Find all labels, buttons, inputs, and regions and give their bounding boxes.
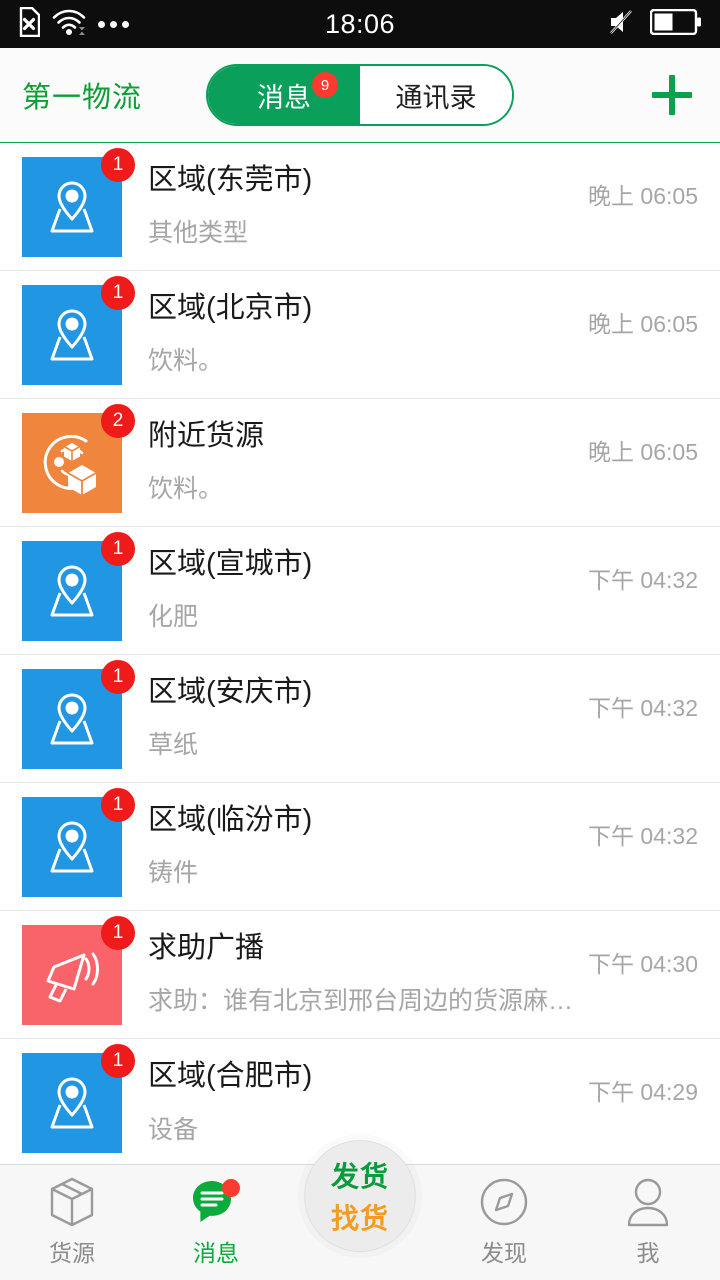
battery-icon	[649, 8, 702, 40]
message-bubble-icon	[190, 1177, 242, 1227]
app-header: 第一物流 消息 9 通讯录	[0, 48, 720, 143]
message-row-body: 区域(合肥市) 设备	[148, 1060, 588, 1145]
message-title: 区域(北京市)	[148, 291, 313, 324]
message-time: 下午 04:30	[588, 951, 698, 977]
message-row-body: 区域(宣城市) 化肥	[148, 548, 588, 633]
segmented-control[interactable]: 消息 9 通讯录	[206, 64, 514, 126]
unread-badge: 1	[101, 659, 135, 694]
message-preview: 化肥	[148, 603, 199, 632]
status-bar-left	[18, 6, 129, 42]
tab-messages-bottom[interactable]: 消息	[144, 1177, 288, 1268]
unread-badge: 2	[101, 403, 135, 438]
message-time: 下午 04:32	[588, 823, 698, 849]
tab-messages-badge: 9	[312, 72, 338, 98]
tab-profile-label: 我	[636, 1240, 660, 1266]
brand-title: 第一物流	[22, 82, 143, 114]
message-title: 区域(安庆市)	[148, 675, 313, 708]
unread-badge: 1	[101, 275, 135, 310]
message-row[interactable]: 1 求助广播 求助：谁有北京到邢台周边的货源麻烦… 下午 04:30	[0, 911, 720, 1039]
map-pin-icon: 1	[22, 787, 135, 897]
message-time: 晚上 06:05	[588, 183, 698, 209]
person-icon	[625, 1177, 671, 1227]
message-title: 附近货源	[148, 419, 265, 452]
message-time: 晚上 06:05	[588, 439, 698, 465]
tab-cargo-label: 货源	[49, 1240, 95, 1266]
message-row[interactable]: 1 区域(临汾市) 铸件 下午 04:32	[0, 783, 720, 911]
no-sim-icon	[18, 6, 41, 42]
mute-icon	[606, 7, 636, 42]
message-row[interactable]: 1 区域(安庆市) 草纸 下午 04:32	[0, 655, 720, 783]
tab-messages-bottom-label: 消息	[193, 1240, 239, 1266]
map-pin-icon: 1	[22, 147, 135, 257]
tab-profile[interactable]: 我	[576, 1177, 720, 1268]
unread-badge: 1	[101, 915, 135, 950]
tab-cargo[interactable]: 货源	[0, 1177, 144, 1268]
message-title: 区域(宣城市)	[148, 547, 313, 580]
tab-messages-label: 消息	[257, 82, 311, 113]
message-row[interactable]: 2 附近货源 饮料。 晚上 06:05	[0, 399, 720, 527]
message-row-body: 附近货源 饮料。	[148, 420, 588, 505]
add-icon[interactable]	[646, 69, 698, 121]
message-title: 求助广播	[148, 931, 265, 964]
message-time: 下午 04:29	[588, 1079, 698, 1105]
megaphone-icon: 1	[22, 915, 135, 1025]
fab-find-label: 找货	[330, 1203, 389, 1234]
box-icon	[49, 1177, 95, 1227]
message-title: 区域(合肥市)	[148, 1060, 313, 1093]
message-time: 下午 04:32	[588, 567, 698, 593]
message-preview: 铸件	[148, 859, 199, 888]
compass-icon	[479, 1177, 529, 1227]
fab-send-label: 发货	[330, 1161, 389, 1192]
message-preview: 其他类型	[148, 219, 249, 248]
message-list[interactable]: 1 区域(东莞市) 其他类型 晚上 06:05 1 区域(北京市) 饮料。 晚上 06:05 2…	[0, 143, 720, 1164]
unread-badge: 1	[101, 787, 135, 822]
map-pin-icon: 1	[22, 1044, 135, 1153]
message-row-body: 区域(东莞市) 其他类型	[148, 164, 588, 249]
more-dots-icon	[98, 20, 129, 28]
message-preview: 饮料。	[148, 347, 224, 376]
map-pin-icon: 1	[22, 275, 135, 385]
message-preview: 求助：谁有北京到邢台周边的货源麻烦…	[148, 987, 589, 1016]
message-row-body: 区域(安庆市) 草纸	[148, 676, 588, 761]
unread-badge: 1	[101, 1044, 135, 1078]
nearby-cargo-icon: 2	[22, 403, 135, 513]
message-time: 下午 04:32	[588, 695, 698, 721]
map-pin-icon: 1	[22, 659, 135, 769]
message-preview: 草纸	[148, 731, 199, 760]
message-row-body: 区域(临汾市) 铸件	[148, 804, 588, 889]
message-row-body: 区域(北京市) 饮料。	[148, 292, 588, 377]
message-preview: 饮料。	[148, 475, 224, 504]
unread-badge: 1	[101, 531, 135, 566]
tab-messages[interactable]: 消息 9	[208, 66, 360, 124]
status-bar: 18:06	[0, 0, 720, 48]
publish-cargo-button[interactable]: 发货 找货	[304, 1140, 416, 1252]
message-row[interactable]: 1 区域(北京市) 饮料。 晚上 06:05	[0, 271, 720, 399]
message-title: 区域(临汾市)	[148, 803, 313, 836]
message-row[interactable]: 1 区域(东莞市) 其他类型 晚上 06:05	[0, 143, 720, 271]
tab-contacts-label: 通讯录	[395, 82, 477, 113]
map-pin-icon: 1	[22, 531, 135, 641]
message-title: 区域(东莞市)	[148, 163, 313, 196]
bottom-tab-bar[interactable]: 货源 消息 发现 我 发货 找货	[0, 1140, 720, 1280]
message-row[interactable]: 1 区域(宣城市) 化肥 下午 04:32	[0, 527, 720, 655]
unread-badge: 1	[101, 147, 135, 182]
wifi-icon	[52, 8, 86, 41]
status-bar-right	[606, 7, 702, 42]
tab-discover[interactable]: 发现	[432, 1177, 576, 1268]
message-row-body: 求助广播求助：谁有北京到邢台周边的货源麻烦…	[148, 932, 588, 1017]
message-time: 晚上 06:05	[588, 311, 698, 337]
tab-contacts[interactable]: 通讯录	[360, 66, 512, 124]
tab-discover-label: 发现	[481, 1240, 527, 1266]
